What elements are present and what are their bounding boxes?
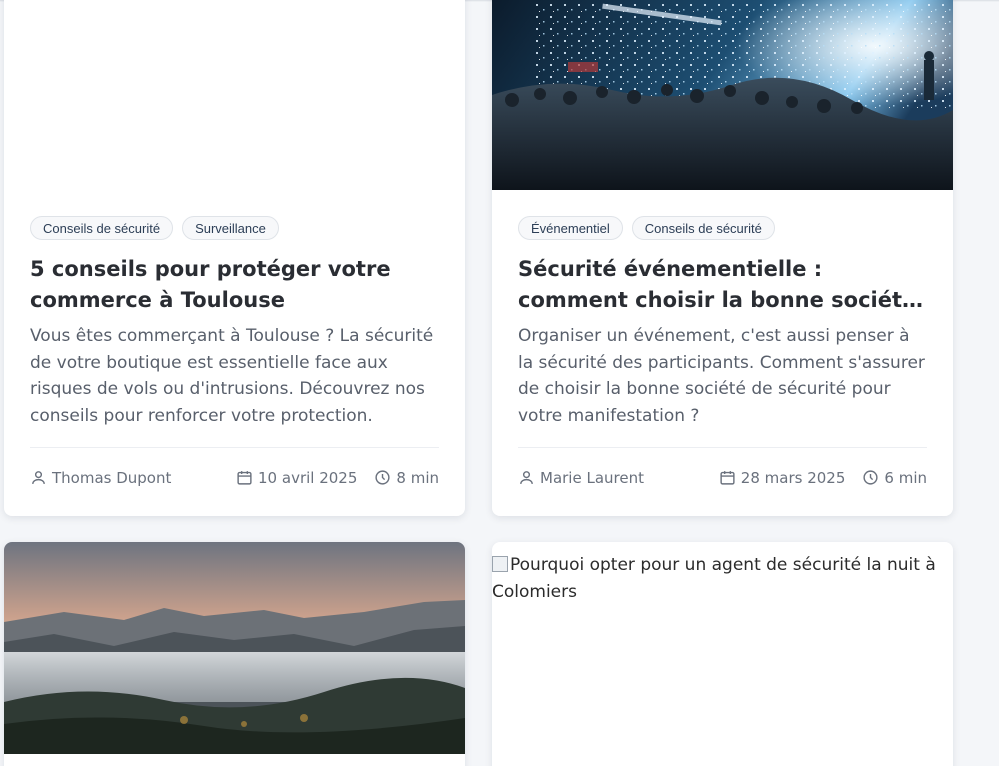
card-meta: Marie Laurent 28 mars 2025 6 min (518, 447, 927, 507)
read-time-text: 8 min (396, 468, 439, 487)
image-alt-text: Pourquoi opter pour un agent de sécurité… (492, 555, 936, 602)
card-meta: Thomas Dupont 10 avril 2025 8 min (30, 447, 439, 507)
blog-card[interactable]: Pourquoi opter pour un agent de sécurité… (492, 542, 953, 766)
calendar-icon (237, 471, 252, 485)
card-image (492, 0, 953, 190)
calendar-icon (720, 471, 735, 485)
read-time: 8 min (374, 469, 439, 487)
blog-card[interactable]: Conseils de sécurité Surveillance 5 cons… (4, 0, 465, 516)
author: Thomas Dupont (30, 469, 236, 487)
card-image-placeholder (4, 0, 465, 190)
clock-icon (863, 470, 878, 485)
tag-list: Événementiel Conseils de sécurité (518, 216, 927, 240)
tag-list: Conseils de sécurité Surveillance (30, 216, 439, 240)
tag[interactable]: Conseils de sécurité (631, 216, 775, 240)
tag[interactable]: Événementiel (518, 216, 623, 240)
card-title[interactable]: 5 conseils pour protéger votre commerce … (30, 254, 439, 316)
clock-icon (375, 470, 390, 485)
publish-date: 28 mars 2025 (719, 468, 846, 487)
tag[interactable]: Surveillance (182, 216, 279, 240)
publish-date: 10 avril 2025 (236, 469, 357, 487)
date-text: 28 mars 2025 (740, 468, 846, 487)
broken-image-icon (492, 556, 508, 572)
user-icon (32, 471, 45, 484)
broken-image-alt: Pourquoi opter pour un agent de sécurité… (492, 552, 953, 606)
concert-crowd-photo (492, 0, 953, 190)
tag[interactable]: Conseils de sécurité (30, 216, 174, 240)
card-excerpt: Organiser un événement, c'est aussi pens… (518, 326, 925, 426)
author-name: Thomas Dupont (52, 468, 172, 487)
user-icon (520, 471, 533, 484)
read-time: 6 min (862, 469, 927, 487)
read-time-text: 6 min (884, 468, 927, 487)
card-body: Conseils de sécurité Surveillance 5 cons… (30, 216, 439, 429)
card-body: Événementiel Conseils de sécurité Sécuri… (518, 216, 927, 429)
card-image (4, 542, 465, 754)
blog-card[interactable] (4, 542, 465, 766)
card-excerpt: Vous êtes commerçant à Toulouse ? La séc… (30, 326, 434, 426)
date-text: 10 avril 2025 (258, 468, 358, 487)
author: Marie Laurent (518, 469, 719, 487)
author-name: Marie Laurent (540, 468, 644, 487)
card-title[interactable]: Sécurité événementielle : comment choisi… (518, 254, 927, 316)
blog-card[interactable]: Événementiel Conseils de sécurité Sécuri… (492, 0, 953, 516)
misty-mountain-landscape-photo (4, 542, 465, 754)
